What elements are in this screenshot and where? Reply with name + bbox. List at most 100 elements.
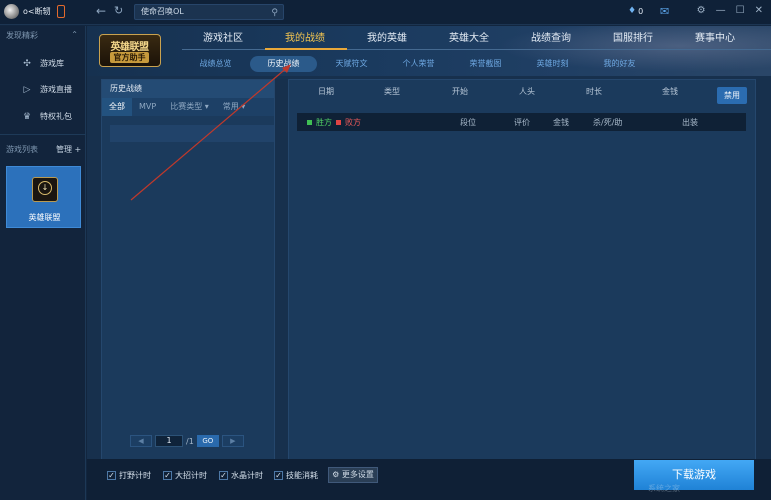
search-text: 使命召唤OL	[141, 7, 184, 16]
tab-record-query[interactable]: 战绩查询	[510, 26, 592, 50]
checkbox-check-icon: ✓	[274, 471, 283, 480]
filter-match-type[interactable]: 比赛类型 ▾	[163, 98, 216, 116]
subtab-screenshots[interactable]: 荣誉截图	[452, 56, 519, 72]
column-start: 开始	[452, 87, 468, 96]
header-banner: 英雄联盟 官方助手 游戏社区 我的战绩 我的英雄 英雄大全 战绩查询 国服排行 …	[87, 26, 771, 76]
filter-all[interactable]: 全部	[102, 98, 132, 116]
sidebar-item-label: 特权礼包	[40, 112, 72, 121]
sub-tabs: 战绩总览 历史战绩 天赋符文 个人荣誉 荣誉截图 英雄时刻 我的好友	[182, 56, 771, 72]
search-icon[interactable]: ⚲	[271, 6, 278, 20]
go-button[interactable]: GO	[196, 435, 219, 447]
play-icon: ▷	[23, 84, 31, 95]
legend-loss: 败方	[345, 117, 361, 127]
lol-logo-icon: ↓	[32, 177, 58, 202]
checkbox-check-icon: ✓	[107, 471, 116, 480]
phone-icon[interactable]	[57, 5, 65, 18]
tab-events[interactable]: 赛事中心	[674, 26, 756, 50]
main-tabs: 游戏社区 我的战绩 我的英雄 英雄大全 战绩查询 国服排行 赛事中心	[182, 26, 771, 50]
jungle-timer-checkbox[interactable]: ✓ 打野计时	[107, 470, 151, 481]
tab-my-heroes[interactable]: 我的英雄	[346, 26, 428, 50]
column-duration: 时长	[586, 87, 602, 96]
checkbox-check-icon: ✓	[219, 471, 228, 480]
sidebar-section-games: 游戏列表	[6, 145, 38, 154]
sidebar-item-gifts[interactable]: ♛ 特权礼包	[22, 111, 72, 122]
column-kda: 杀/死/助	[593, 118, 623, 127]
main-content: 英雄联盟 官方助手 游戏社区 我的战绩 我的英雄 英雄大全 战绩查询 国服排行 …	[87, 26, 771, 500]
game-tile-label: 英雄联盟	[28, 213, 61, 222]
minimize-icon[interactable]: —	[716, 5, 726, 16]
sidebar-item-live[interactable]: ▷ 游戏直播	[22, 84, 72, 95]
filter-mvp[interactable]: MVP	[132, 98, 163, 116]
tab-my-record[interactable]: 我的战绩	[264, 26, 346, 50]
watermark: 系统之家	[648, 484, 680, 493]
column-gold: 金钱	[662, 87, 678, 96]
legend-win: 胜方	[316, 117, 332, 127]
refresh-icon[interactable]: ↻	[114, 4, 123, 17]
gear-icon: ⚙	[332, 470, 340, 479]
coin-balance[interactable]: ♦ 0	[628, 6, 643, 16]
joystick-icon: ✣	[23, 58, 31, 69]
forbid-button[interactable]: 禁用	[717, 87, 747, 104]
subtab-moments[interactable]: 英雄时刻	[519, 56, 586, 72]
coin-icon: ♦	[628, 6, 637, 16]
sidebar: 发现精彩 ⌃ ✣ 游戏库 ▷ 游戏直播 ♛ 特权礼包 游戏列表 管理 + ↓ 英…	[0, 26, 86, 500]
settings-icon[interactable]: ⚙	[697, 5, 706, 16]
subtab-history[interactable]: 历史战绩	[250, 56, 317, 72]
user-info[interactable]: o<断轫	[4, 4, 51, 19]
active-tab-indicator	[265, 48, 347, 50]
manage-button[interactable]: 管理 +	[56, 144, 81, 155]
filter-common[interactable]: 常用 ▾	[216, 98, 253, 116]
column-date: 日期	[318, 87, 334, 96]
mail-icon[interactable]: ✉	[660, 5, 669, 18]
logo-subtitle: 官方助手	[110, 52, 149, 63]
ult-timer-checkbox[interactable]: ✓ 大招计时	[163, 470, 207, 481]
checkbox-label: 打野计时	[119, 471, 151, 480]
subtab-overview[interactable]: 战绩总览	[182, 56, 249, 72]
detail-panel: 日期 类型 开始 人头 时长 金钱 禁用 胜方 败方 段位 评价 金钱 杀/死/…	[288, 79, 756, 479]
tab-ranking[interactable]: 国服排行	[592, 26, 674, 50]
game-tile-lol[interactable]: ↓ 英雄联盟	[6, 166, 81, 228]
detail-header: 日期 类型 开始 人头 时长 金钱 禁用	[289, 80, 755, 104]
checkbox-check-icon: ✓	[163, 471, 172, 480]
column-kills: 人头	[519, 87, 535, 96]
history-panel: 历史战绩 全部 MVP 比赛类型 ▾ 常用 ▾ ◀ 1 /1 GO ▶	[101, 79, 275, 479]
sidebar-item-label: 游戏库	[40, 59, 64, 68]
history-title: 历史战绩	[102, 80, 274, 98]
search-input[interactable]: 使命召唤OL ⚲	[134, 4, 284, 20]
team-legend: 胜方 败方	[307, 117, 363, 128]
column-rank: 段位	[460, 118, 476, 127]
app-logo[interactable]: 英雄联盟 官方助手	[99, 34, 161, 67]
close-icon[interactable]: ✕	[755, 5, 763, 16]
subtab-runes[interactable]: 天赋符文	[318, 56, 385, 72]
column-type: 类型	[384, 87, 400, 96]
more-settings-label: 更多设置	[341, 470, 374, 479]
sidebar-item-label: 游戏直播	[40, 85, 72, 94]
divider	[0, 134, 86, 135]
skill-cost-checkbox[interactable]: ✓ 技能消耗	[274, 470, 318, 481]
gift-icon: ♛	[22, 111, 32, 122]
tab-community[interactable]: 游戏社区	[182, 26, 264, 50]
subtab-friends[interactable]: 我的好友	[586, 56, 653, 72]
coin-count: 0	[638, 6, 644, 16]
column-gold-sub: 金钱	[553, 118, 569, 127]
loss-marker	[336, 119, 341, 125]
sidebar-item-game-library[interactable]: ✣ 游戏库	[22, 58, 64, 69]
logo-title: 英雄联盟	[110, 42, 150, 53]
subtab-honors[interactable]: 个人荣誉	[385, 56, 452, 72]
tab-hero-list[interactable]: 英雄大全	[428, 26, 510, 50]
checkbox-label: 水晶计时	[231, 471, 263, 480]
more-settings-button[interactable]: ⚙ 更多设置	[328, 467, 378, 483]
next-page-button[interactable]: ▶	[221, 435, 244, 447]
prev-page-button[interactable]: ◀	[130, 435, 152, 447]
avatar[interactable]	[4, 4, 19, 19]
collapse-icon[interactable]: ⌃	[71, 30, 78, 39]
team-header-bar: 胜方 败方 段位 评价 金钱 杀/死/助 出装	[297, 113, 746, 131]
maximize-icon[interactable]: ☐	[736, 5, 745, 16]
back-arrow-icon[interactable]: ←	[96, 4, 106, 18]
username[interactable]: o<断轫	[23, 6, 51, 17]
crystal-timer-checkbox[interactable]: ✓ 水晶计时	[219, 470, 263, 481]
list-item[interactable]	[110, 125, 274, 142]
page-input[interactable]: 1	[155, 435, 183, 447]
history-filters: 全部 MVP 比赛类型 ▾ 常用 ▾	[102, 98, 274, 116]
column-rating: 评价	[514, 118, 530, 127]
